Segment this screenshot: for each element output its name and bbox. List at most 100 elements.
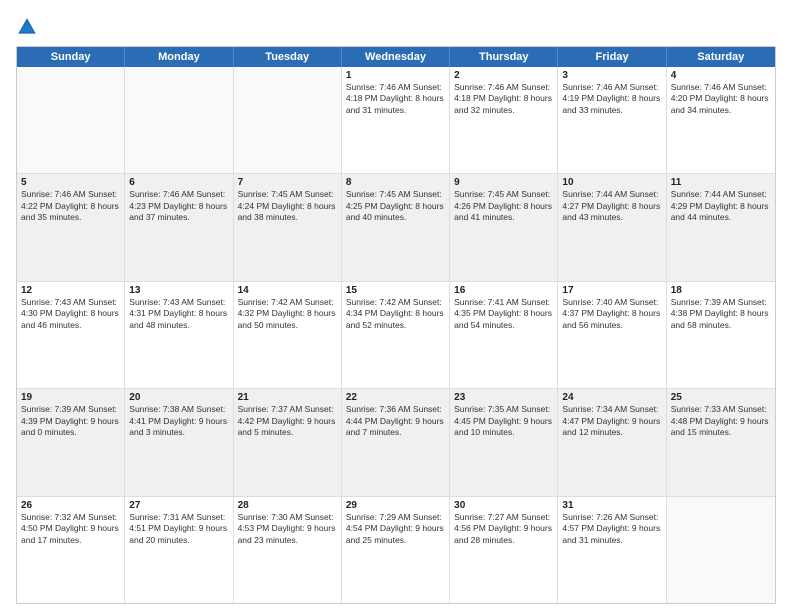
day-number: 2: [454, 70, 553, 81]
cal-cell-0-3: 1Sunrise: 7:46 AM Sunset: 4:18 PM Daylig…: [342, 67, 450, 173]
logo: [16, 16, 40, 38]
day-number: 26: [21, 500, 120, 511]
day-number: 24: [562, 392, 661, 403]
cal-cell-1-4: 9Sunrise: 7:45 AM Sunset: 4:26 PM Daylig…: [450, 174, 558, 280]
cal-cell-3-2: 21Sunrise: 7:37 AM Sunset: 4:42 PM Dayli…: [234, 389, 342, 495]
cell-text: Sunrise: 7:44 AM Sunset: 4:27 PM Dayligh…: [562, 189, 661, 223]
cal-cell-0-2: [234, 67, 342, 173]
cal-cell-4-1: 27Sunrise: 7:31 AM Sunset: 4:51 PM Dayli…: [125, 497, 233, 603]
cell-text: Sunrise: 7:39 AM Sunset: 4:38 PM Dayligh…: [671, 297, 771, 331]
header: [16, 16, 776, 38]
cal-row-4: 26Sunrise: 7:32 AM Sunset: 4:50 PM Dayli…: [17, 496, 775, 603]
day-number: 27: [129, 500, 228, 511]
calendar-header: SundayMondayTuesdayWednesdayThursdayFrid…: [17, 47, 775, 67]
cell-text: Sunrise: 7:35 AM Sunset: 4:45 PM Dayligh…: [454, 404, 553, 438]
cell-text: Sunrise: 7:36 AM Sunset: 4:44 PM Dayligh…: [346, 404, 445, 438]
cal-cell-3-3: 22Sunrise: 7:36 AM Sunset: 4:44 PM Dayli…: [342, 389, 450, 495]
calendar: SundayMondayTuesdayWednesdayThursdayFrid…: [16, 46, 776, 604]
cell-text: Sunrise: 7:45 AM Sunset: 4:25 PM Dayligh…: [346, 189, 445, 223]
day-number: 13: [129, 285, 228, 296]
cal-row-3: 19Sunrise: 7:39 AM Sunset: 4:39 PM Dayli…: [17, 388, 775, 495]
cal-cell-2-1: 13Sunrise: 7:43 AM Sunset: 4:31 PM Dayli…: [125, 282, 233, 388]
cal-row-1: 5Sunrise: 7:46 AM Sunset: 4:22 PM Daylig…: [17, 173, 775, 280]
cal-cell-4-3: 29Sunrise: 7:29 AM Sunset: 4:54 PM Dayli…: [342, 497, 450, 603]
day-number: 11: [671, 177, 771, 188]
day-number: 21: [238, 392, 337, 403]
day-number: 25: [671, 392, 771, 403]
day-number: 4: [671, 70, 771, 81]
cal-cell-3-4: 23Sunrise: 7:35 AM Sunset: 4:45 PM Dayli…: [450, 389, 558, 495]
cal-cell-2-3: 15Sunrise: 7:42 AM Sunset: 4:34 PM Dayli…: [342, 282, 450, 388]
cal-cell-1-1: 6Sunrise: 7:46 AM Sunset: 4:23 PM Daylig…: [125, 174, 233, 280]
header-day-saturday: Saturday: [667, 47, 775, 67]
day-number: 14: [238, 285, 337, 296]
cell-text: Sunrise: 7:33 AM Sunset: 4:48 PM Dayligh…: [671, 404, 771, 438]
header-day-wednesday: Wednesday: [342, 47, 450, 67]
cell-text: Sunrise: 7:43 AM Sunset: 4:30 PM Dayligh…: [21, 297, 120, 331]
day-number: 23: [454, 392, 553, 403]
day-number: 16: [454, 285, 553, 296]
cal-cell-2-4: 16Sunrise: 7:41 AM Sunset: 4:35 PM Dayli…: [450, 282, 558, 388]
cal-cell-3-5: 24Sunrise: 7:34 AM Sunset: 4:47 PM Dayli…: [558, 389, 666, 495]
cell-text: Sunrise: 7:46 AM Sunset: 4:19 PM Dayligh…: [562, 82, 661, 116]
cell-text: Sunrise: 7:46 AM Sunset: 4:18 PM Dayligh…: [346, 82, 445, 116]
cal-cell-2-5: 17Sunrise: 7:40 AM Sunset: 4:37 PM Dayli…: [558, 282, 666, 388]
cell-text: Sunrise: 7:41 AM Sunset: 4:35 PM Dayligh…: [454, 297, 553, 331]
cell-text: Sunrise: 7:26 AM Sunset: 4:57 PM Dayligh…: [562, 512, 661, 546]
cal-cell-4-6: [667, 497, 775, 603]
day-number: 7: [238, 177, 337, 188]
cell-text: Sunrise: 7:45 AM Sunset: 4:24 PM Dayligh…: [238, 189, 337, 223]
cal-cell-0-5: 3Sunrise: 7:46 AM Sunset: 4:19 PM Daylig…: [558, 67, 666, 173]
cal-cell-0-6: 4Sunrise: 7:46 AM Sunset: 4:20 PM Daylig…: [667, 67, 775, 173]
cell-text: Sunrise: 7:32 AM Sunset: 4:50 PM Dayligh…: [21, 512, 120, 546]
cell-text: Sunrise: 7:42 AM Sunset: 4:32 PM Dayligh…: [238, 297, 337, 331]
day-number: 3: [562, 70, 661, 81]
day-number: 6: [129, 177, 228, 188]
cal-cell-1-5: 10Sunrise: 7:44 AM Sunset: 4:27 PM Dayli…: [558, 174, 666, 280]
cell-text: Sunrise: 7:44 AM Sunset: 4:29 PM Dayligh…: [671, 189, 771, 223]
cell-text: Sunrise: 7:42 AM Sunset: 4:34 PM Dayligh…: [346, 297, 445, 331]
cal-cell-1-6: 11Sunrise: 7:44 AM Sunset: 4:29 PM Dayli…: [667, 174, 775, 280]
day-number: 8: [346, 177, 445, 188]
cal-cell-2-0: 12Sunrise: 7:43 AM Sunset: 4:30 PM Dayli…: [17, 282, 125, 388]
cal-cell-4-5: 31Sunrise: 7:26 AM Sunset: 4:57 PM Dayli…: [558, 497, 666, 603]
day-number: 5: [21, 177, 120, 188]
header-day-thursday: Thursday: [450, 47, 558, 67]
cell-text: Sunrise: 7:31 AM Sunset: 4:51 PM Dayligh…: [129, 512, 228, 546]
cell-text: Sunrise: 7:46 AM Sunset: 4:18 PM Dayligh…: [454, 82, 553, 116]
cal-cell-4-4: 30Sunrise: 7:27 AM Sunset: 4:56 PM Dayli…: [450, 497, 558, 603]
day-number: 31: [562, 500, 661, 511]
cell-text: Sunrise: 7:40 AM Sunset: 4:37 PM Dayligh…: [562, 297, 661, 331]
page: SundayMondayTuesdayWednesdayThursdayFrid…: [0, 0, 792, 612]
day-number: 20: [129, 392, 228, 403]
day-number: 9: [454, 177, 553, 188]
cal-row-2: 12Sunrise: 7:43 AM Sunset: 4:30 PM Dayli…: [17, 281, 775, 388]
cell-text: Sunrise: 7:46 AM Sunset: 4:20 PM Dayligh…: [671, 82, 771, 116]
cal-cell-0-4: 2Sunrise: 7:46 AM Sunset: 4:18 PM Daylig…: [450, 67, 558, 173]
cal-cell-0-0: [17, 67, 125, 173]
header-day-tuesday: Tuesday: [234, 47, 342, 67]
cell-text: Sunrise: 7:27 AM Sunset: 4:56 PM Dayligh…: [454, 512, 553, 546]
cal-cell-2-6: 18Sunrise: 7:39 AM Sunset: 4:38 PM Dayli…: [667, 282, 775, 388]
cal-cell-4-0: 26Sunrise: 7:32 AM Sunset: 4:50 PM Dayli…: [17, 497, 125, 603]
day-number: 17: [562, 285, 661, 296]
logo-icon: [16, 16, 38, 38]
cal-cell-3-6: 25Sunrise: 7:33 AM Sunset: 4:48 PM Dayli…: [667, 389, 775, 495]
cal-cell-1-2: 7Sunrise: 7:45 AM Sunset: 4:24 PM Daylig…: [234, 174, 342, 280]
cell-text: Sunrise: 7:37 AM Sunset: 4:42 PM Dayligh…: [238, 404, 337, 438]
calendar-body: 1Sunrise: 7:46 AM Sunset: 4:18 PM Daylig…: [17, 67, 775, 603]
header-day-friday: Friday: [558, 47, 666, 67]
day-number: 12: [21, 285, 120, 296]
day-number: 28: [238, 500, 337, 511]
cal-cell-1-0: 5Sunrise: 7:46 AM Sunset: 4:22 PM Daylig…: [17, 174, 125, 280]
cal-cell-0-1: [125, 67, 233, 173]
cell-text: Sunrise: 7:34 AM Sunset: 4:47 PM Dayligh…: [562, 404, 661, 438]
cal-row-0: 1Sunrise: 7:46 AM Sunset: 4:18 PM Daylig…: [17, 67, 775, 173]
cell-text: Sunrise: 7:39 AM Sunset: 4:39 PM Dayligh…: [21, 404, 120, 438]
day-number: 18: [671, 285, 771, 296]
day-number: 10: [562, 177, 661, 188]
day-number: 30: [454, 500, 553, 511]
day-number: 19: [21, 392, 120, 403]
cell-text: Sunrise: 7:46 AM Sunset: 4:22 PM Dayligh…: [21, 189, 120, 223]
day-number: 15: [346, 285, 445, 296]
